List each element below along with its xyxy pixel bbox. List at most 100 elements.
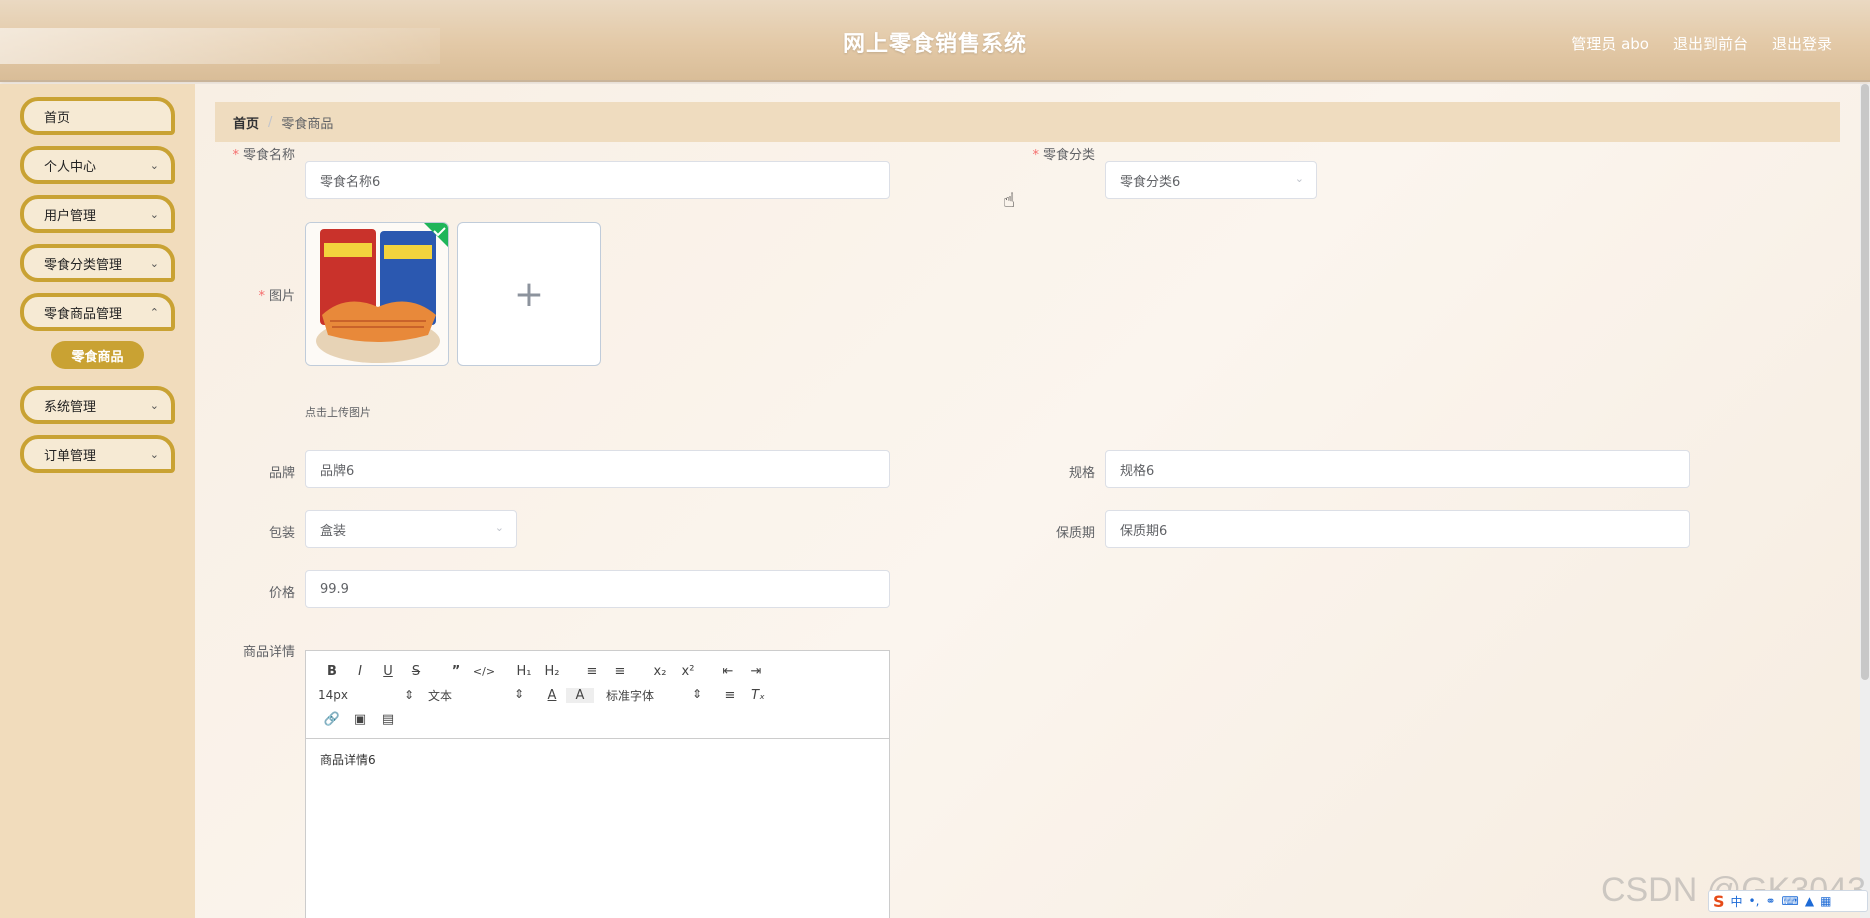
indent-icon[interactable]: ⇥ [742, 664, 770, 679]
sidebar-item-label: 系统管理 [44, 399, 97, 415]
page-scrollbar[interactable] [1860, 84, 1870, 918]
background-color-icon[interactable]: A [566, 687, 594, 703]
shelf-life-input[interactable]: 保质期6 [1105, 510, 1690, 548]
main-content: 首页 / 零食商品 * 零食名称 零食名称6 * 零食分类 零食分类6 ⌄ * 图片 [195, 84, 1870, 918]
select-arrows-icon: ⇕ [513, 686, 524, 701]
image-icon[interactable]: ▣ [346, 712, 374, 727]
ordered-list-icon[interactable]: ≡ [578, 664, 606, 679]
chevron-down-icon: ⌄ [149, 257, 159, 270]
sidebar-item-user-management[interactable]: 用户管理 ⌄ [20, 195, 175, 233]
ime-logo-icon: S [1713, 891, 1725, 911]
grid-icon[interactable]: ▦ [1820, 894, 1831, 908]
block-type-value: 文本 [428, 688, 453, 703]
outdent-icon[interactable]: ⇤ [714, 664, 742, 679]
clear-format-icon[interactable]: Tₓ [744, 688, 772, 703]
video-icon[interactable]: ▤ [374, 712, 402, 727]
upload-add-button[interactable]: + [457, 222, 601, 366]
font-size-select[interactable]: 14px ⇕ [318, 688, 428, 702]
ime-language[interactable]: 中 [1731, 893, 1743, 910]
block-type-select[interactable]: 文本 ⇕ [428, 687, 538, 704]
underline-button[interactable]: U [374, 664, 402, 679]
sidebar: 首页 个人中心 ⌄ 用户管理 ⌄ 零食分类管理 ⌄ 零食商品管理 ⌃ 零食商品 … [0, 84, 195, 918]
sidebar-item-system-management[interactable]: 系统管理 ⌄ [20, 386, 175, 424]
code-block-icon[interactable]: </> [470, 665, 498, 678]
scrollbar-thumb[interactable] [1861, 84, 1869, 680]
sidebar-item-label: 零食商品管理 [44, 306, 123, 322]
sidebar-item-label: 订单管理 [44, 448, 97, 464]
name-input[interactable]: 零食名称6 [305, 161, 890, 199]
category-select[interactable]: 零食分类6 ⌄ [1105, 161, 1317, 199]
brand-input-value: 品牌6 [320, 463, 355, 479]
required-mark: * [232, 148, 239, 163]
breadcrumb-separator: / [268, 114, 273, 130]
font-size-value: 14px [318, 688, 348, 702]
sidebar-item-label: 个人中心 [44, 159, 97, 175]
select-arrows-icon: ⇕ [403, 688, 414, 702]
subscript-button[interactable]: x₂ [646, 664, 674, 679]
required-mark: * [1032, 148, 1039, 163]
sidebar-item-order-management[interactable]: 订单管理 ⌄ [20, 435, 175, 473]
breadcrumb: 首页 / 零食商品 [215, 102, 1840, 142]
shelf-life-label: 保质期 [1055, 526, 1095, 541]
price-label: 价格 [268, 586, 295, 601]
editor-toolbar: B I U S ” </> H₁ H₂ ≡ ≡ x₂ x² ⇤ ⇥ 14px ⇕… [306, 651, 889, 739]
font-color-icon[interactable]: A [538, 688, 566, 703]
chevron-down-icon: ⌄ [149, 448, 159, 461]
font-family-value: 标准字体 [606, 688, 655, 703]
sidebar-item-label: 用户管理 [44, 208, 97, 224]
skin-icon[interactable]: ▲ [1805, 894, 1814, 908]
snack-product-image [306, 223, 448, 365]
chevron-down-icon: ⌄ [149, 399, 159, 412]
detail-label: 商品详情 [242, 645, 295, 660]
image-label: * 图片 [195, 285, 295, 304]
ime-toolbar[interactable]: S 中 •, ⚭ ⌨ ▲ ▦ [1708, 890, 1868, 912]
logout-link[interactable]: 退出登录 [1772, 33, 1832, 54]
keyboard-icon[interactable]: ⌨ [1782, 894, 1799, 908]
chevron-down-icon: ⌄ [149, 159, 159, 172]
spec-input[interactable]: 规格6 [1105, 450, 1690, 488]
rich-text-editor: B I U S ” </> H₁ H₂ ≡ ≡ x₂ x² ⇤ ⇥ 14px ⇕… [305, 650, 890, 918]
bold-button[interactable]: B [318, 664, 346, 679]
sidebar-item-product-management[interactable]: 零食商品管理 ⌃ [20, 293, 175, 331]
required-mark: * [258, 289, 265, 304]
chevron-up-icon: ⌃ [149, 306, 159, 319]
sidebar-item-label: 零食分类管理 [44, 257, 123, 273]
spec-input-value: 规格6 [1120, 463, 1155, 479]
category-label: * 零食分类 [995, 144, 1095, 163]
sidebar-item-category-management[interactable]: 零食分类管理 ⌄ [20, 244, 175, 282]
to-front-link[interactable]: 退出到前台 [1673, 33, 1748, 54]
heading2-button[interactable]: H₂ [538, 664, 566, 679]
header-actions: 管理员 abo 退出到前台 退出登录 [1571, 33, 1832, 54]
blockquote-icon[interactable]: ” [442, 664, 470, 679]
superscript-button[interactable]: x² [674, 664, 702, 679]
category-label-text: 零食分类 [1042, 148, 1095, 163]
bullet-list-icon[interactable]: ≡ [606, 664, 634, 679]
italic-button[interactable]: I [346, 664, 374, 679]
ime-punct-icon[interactable]: •, [1749, 894, 1760, 908]
price-input[interactable]: 99.9 [305, 570, 890, 608]
sidebar-item-personal-center[interactable]: 个人中心 ⌄ [20, 146, 175, 184]
breadcrumb-home[interactable]: 首页 [233, 113, 259, 132]
name-label: * 零食名称 [195, 144, 295, 163]
heading1-button[interactable]: H₁ [510, 664, 538, 679]
microphone-icon[interactable]: ⚭ [1765, 894, 1775, 908]
strike-button[interactable]: S [402, 664, 430, 679]
package-label: 包装 [268, 526, 295, 541]
uploaded-image-thumbnail[interactable] [305, 222, 449, 366]
align-icon[interactable]: ≡ [716, 688, 744, 703]
font-family-select[interactable]: 标准字体 ⇕ [606, 687, 716, 704]
category-select-value: 零食分类6 [1120, 174, 1181, 190]
hand-pointer-icon: ☝ [1003, 188, 1016, 212]
admin-label: 管理员 abo [1571, 35, 1649, 53]
image-label-text: 图片 [268, 289, 295, 304]
name-label-text: 零食名称 [242, 148, 295, 163]
package-select[interactable]: 盒装 ⌄ [305, 510, 517, 548]
shelf-life-input-value: 保质期6 [1120, 523, 1168, 539]
spec-label: 规格 [1068, 466, 1095, 481]
package-select-value: 盒装 [320, 523, 347, 539]
sidebar-item-home[interactable]: 首页 [20, 97, 175, 135]
brand-input[interactable]: 品牌6 [305, 450, 890, 488]
sidebar-subitem-products[interactable]: 零食商品 [51, 341, 144, 369]
link-icon[interactable]: 🔗 [318, 712, 346, 727]
editor-content[interactable]: 商品详情6 [306, 739, 889, 780]
